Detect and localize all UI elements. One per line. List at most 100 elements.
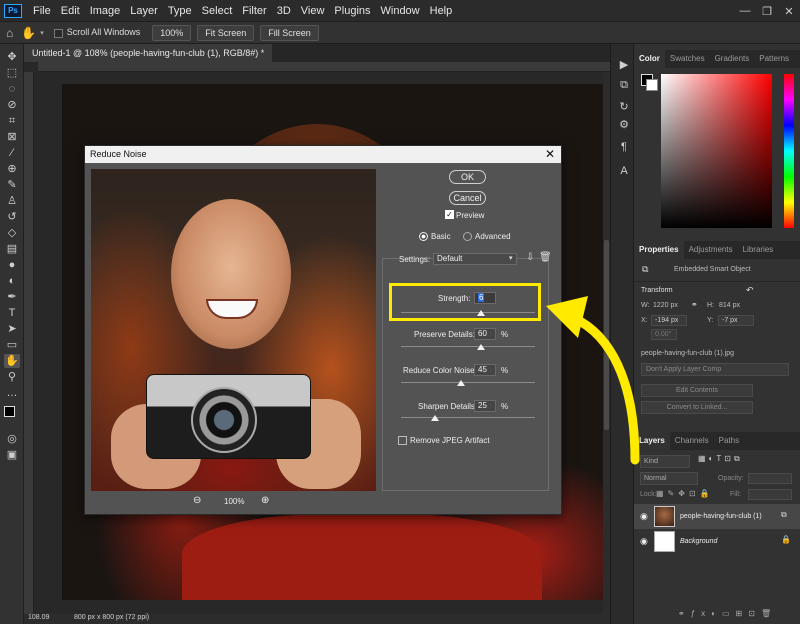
tab-swatches[interactable]: Swatches (665, 50, 710, 68)
history-brush-tool-icon[interactable]: ↺ (4, 210, 20, 224)
edit-contents-button[interactable]: Edit Contents (641, 384, 753, 397)
zoom-out-icon[interactable]: ⊖ (193, 495, 201, 506)
rectangle-tool-icon[interactable]: ▭ (4, 338, 20, 352)
menu-filter[interactable]: Filter (237, 0, 271, 22)
layer-visibility-eye-icon[interactable]: ◉ (640, 511, 648, 522)
clone-stamp-tool-icon[interactable]: ♙ (4, 194, 20, 208)
cancel-button[interactable]: Cancel (449, 191, 486, 205)
preserve-details-field[interactable]: 60 (474, 328, 496, 340)
menu-help[interactable]: Help (425, 0, 458, 22)
vertical-ruler[interactable] (24, 72, 34, 614)
move-tool-icon[interactable]: ✥ (4, 50, 20, 64)
type-tool-icon[interactable]: T (4, 306, 20, 320)
layer-thumbnail[interactable] (654, 506, 675, 527)
convert-to-linked-button[interactable]: Convert to Linked... (641, 401, 753, 414)
menu-3d[interactable]: 3D (272, 0, 296, 22)
hue-slider[interactable] (784, 74, 794, 228)
lock-icons[interactable]: ▦✎✥⊡🔒 (656, 489, 714, 498)
more-tools-icon[interactable]: … (4, 386, 20, 400)
advanced-radio[interactable] (463, 232, 472, 241)
menu-file[interactable]: File (28, 0, 56, 22)
scroll-all-windows-checkbox[interactable] (53, 28, 63, 38)
layer-name[interactable]: people-having-fun-club (1) (680, 513, 762, 520)
link-icon[interactable]: ⚭ (691, 300, 698, 309)
reduce-color-noise-field[interactable]: 45 (474, 364, 496, 376)
color-field[interactable] (661, 74, 772, 228)
close-window-button[interactable]: ✕ (778, 0, 800, 22)
fill-screen-button[interactable]: Fill Screen (260, 24, 319, 41)
menu-edit[interactable]: Edit (56, 0, 85, 22)
basic-radio[interactable] (419, 232, 428, 241)
menu-window[interactable]: Window (376, 0, 425, 22)
background-thumbnail[interactable] (654, 531, 675, 552)
menu-select[interactable]: Select (197, 0, 238, 22)
tab-libraries[interactable]: Libraries (738, 241, 779, 259)
tab-paths[interactable]: Paths (714, 432, 744, 450)
preview-checkbox[interactable]: ✓ (445, 210, 454, 219)
opacity-field[interactable] (748, 473, 792, 484)
sharpen-details-slider-track[interactable] (401, 417, 535, 418)
background-visibility-eye-icon[interactable]: ◉ (640, 536, 648, 547)
w-value[interactable]: 1220 px (653, 302, 678, 309)
home-icon[interactable]: ⌂ (6, 26, 13, 40)
frame-tool-icon[interactable]: ⊠ (4, 130, 20, 144)
settings-chevron-icon[interactable]: ▾ (509, 254, 513, 262)
tab-properties[interactable]: Properties (634, 241, 684, 259)
info-panel-icon[interactable]: ⚙ (616, 118, 632, 132)
gradient-tool-icon[interactable]: ▤ (4, 242, 20, 256)
document-tab[interactable]: Untitled-1 @ 108% (people-having-fun-clu… (24, 44, 273, 62)
y-field[interactable]: -7 px (718, 315, 754, 326)
dialog-close-icon[interactable]: ✕ (545, 146, 555, 163)
screen-mode-icon[interactable]: ▣ (4, 448, 20, 462)
hand-tool-icon[interactable]: ✋ (21, 26, 36, 40)
pen-tool-icon[interactable]: ✒ (4, 290, 20, 304)
menu-plugins[interactable]: Plugins (329, 0, 375, 22)
tab-color[interactable]: Color (634, 50, 665, 68)
delete-settings-icon[interactable]: 🗑 (539, 252, 552, 263)
eyedropper-tool-icon[interactable]: ⁄ (4, 146, 20, 160)
x-field[interactable]: -194 px (651, 315, 687, 326)
remove-jpeg-checkbox[interactable] (398, 436, 407, 445)
tab-patterns[interactable]: Patterns (754, 50, 794, 68)
blur-tool-icon[interactable]: ● (4, 258, 20, 272)
character-panel-icon[interactable]: A (616, 164, 632, 178)
brush-tool-icon[interactable]: ✎ (4, 178, 20, 192)
color-background-swatch[interactable] (646, 79, 658, 91)
scroll-all-windows-option[interactable]: Scroll All Windows (53, 27, 140, 38)
reduce-color-noise-slider-track[interactable] (401, 382, 535, 383)
tab-gradients[interactable]: Gradients (710, 50, 755, 68)
menu-view[interactable]: View (296, 0, 330, 22)
h-value[interactable]: 814 px (719, 302, 740, 309)
zoom-tool-icon[interactable]: ⚲ (4, 370, 20, 384)
tab-adjustments[interactable]: Adjustments (684, 241, 738, 259)
sharpen-details-slider-thumb[interactable] (430, 415, 439, 421)
lasso-tool-icon[interactable]: ◌ (4, 82, 20, 96)
adjustments-panel-icon[interactable]: ⧉ (616, 78, 632, 92)
tool-preset-chevron-icon[interactable]: ▾ (40, 29, 44, 37)
dodge-tool-icon[interactable]: ◐ (4, 274, 20, 288)
eraser-tool-icon[interactable]: ◇ (4, 226, 20, 240)
angle-field[interactable]: 0.00° (651, 329, 677, 340)
preserve-details-slider-thumb[interactable] (477, 344, 486, 350)
reduce-color-noise-slider-thumb[interactable] (457, 380, 466, 386)
menu-type[interactable]: Type (163, 0, 197, 22)
layer-comp-select[interactable]: Don't Apply Layer Comp (641, 363, 789, 376)
horizontal-ruler[interactable] (38, 62, 610, 72)
preserve-details-slider-track[interactable] (401, 346, 535, 347)
restore-button[interactable]: ❐ (756, 0, 778, 22)
menu-layer[interactable]: Layer (125, 0, 163, 22)
crop-tool-icon[interactable]: ⌗ (4, 114, 20, 128)
brushes-panel-icon[interactable]: ↻ (616, 100, 632, 114)
foreground-color-swatch[interactable] (4, 406, 15, 417)
zoom-status[interactable]: 108.09 (28, 614, 49, 621)
tab-channels[interactable]: Channels (670, 432, 714, 450)
layer-filter-icons[interactable]: ▦◐T⊡⧉ (698, 454, 743, 464)
sharpen-details-field[interactable]: 25 (474, 400, 496, 412)
history-panel-icon[interactable]: ▶ (616, 58, 632, 72)
path-selection-tool-icon[interactable]: ➤ (4, 322, 20, 336)
background-layer-name[interactable]: Background (680, 538, 717, 545)
healing-brush-tool-icon[interactable]: ⊕ (4, 162, 20, 176)
zoom-100-button[interactable]: 100% (152, 24, 192, 41)
hand-tool-icon-active[interactable]: ✋ (4, 354, 20, 368)
quick-mask-icon[interactable]: ◎ (4, 432, 20, 446)
